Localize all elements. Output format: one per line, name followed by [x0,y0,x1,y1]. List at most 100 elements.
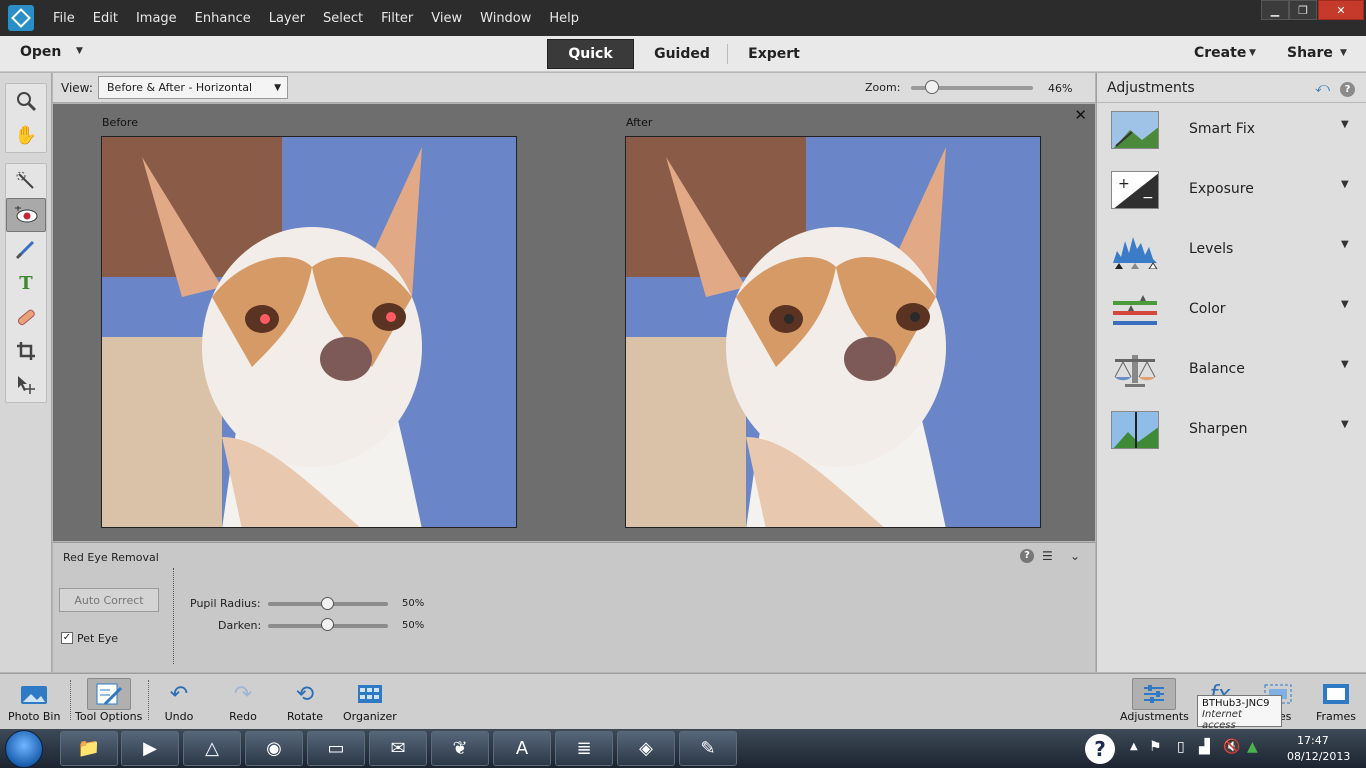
levels-icon [1111,231,1159,269]
svg-text:−: − [1142,190,1154,206]
move-tool-icon[interactable] [6,368,46,402]
redo-button[interactable]: ↷ Redo [221,678,265,728]
tool-options-title: Red Eye Removal [63,551,159,564]
tab-guided[interactable]: Guided [640,39,724,69]
adjustment-levels[interactable]: Levels ▼ [1097,221,1366,281]
menu-help[interactable]: Help [540,11,588,26]
type-tool-icon[interactable]: T [6,266,46,300]
chevron-down-icon[interactable]: ▼ [1341,239,1349,250]
photoshop-elements-icon[interactable]: ◈ [617,731,675,766]
frames-button[interactable]: Frames [1314,678,1358,728]
file-explorer-icon[interactable]: 📁 [60,731,118,766]
reset-icon[interactable]: ⤺ [1315,80,1330,96]
close-icon[interactable]: ✕ [1074,106,1087,124]
options-menu-icon[interactable]: ☰ [1042,549,1053,563]
chevron-down-icon[interactable]: ▼ [1341,299,1349,310]
notes-icon[interactable]: ▭ [307,731,365,766]
adjustments-icon [1132,678,1177,710]
rotate-icon: ⟲ [295,681,315,707]
chrome-icon[interactable]: ◉ [245,731,303,766]
organizer-button[interactable]: Organizer [343,678,397,728]
chevron-down-icon[interactable]: ▼ [1341,419,1349,430]
document-icon[interactable]: ≣ [555,731,613,766]
menu-layer[interactable]: Layer [260,11,314,26]
tab-quick[interactable]: Quick [547,39,634,69]
before-image[interactable] [101,136,517,528]
close-window-button[interactable]: ✕ [1318,0,1364,20]
crop-tool-icon[interactable] [6,334,46,368]
chevron-down-icon[interactable]: ▼ [1341,359,1349,370]
pupil-radius-slider-thumb[interactable] [321,597,334,610]
zoom-tool-icon[interactable] [6,84,46,118]
chevron-up-icon[interactable]: ▲ [1130,741,1138,752]
view-mode-select[interactable]: Before & After - Horizontal ▼ [98,76,288,99]
acrobat-icon[interactable]: A [493,731,551,766]
battery-icon[interactable]: ▯ [1177,739,1185,755]
volume-icon[interactable]: 🔇 [1223,739,1240,755]
chevron-down-icon[interactable]: ▼ [1341,119,1349,130]
start-button[interactable] [5,730,43,768]
svg-text:+: + [1118,176,1130,192]
quick-selection-tool-icon[interactable] [6,164,46,198]
create-button[interactable]: Create [1194,45,1246,61]
flag-icon[interactable]: ⚑ [1149,739,1162,755]
adjustment-sharpen[interactable]: Sharpen ▼ [1097,401,1366,461]
menu-edit[interactable]: Edit [84,11,127,26]
menu-view[interactable]: View [422,11,471,26]
menu-filter[interactable]: Filter [372,11,422,26]
after-image[interactable] [625,136,1041,528]
paint-icon[interactable]: ✎ [679,731,737,766]
help-icon[interactable]: ? [1340,82,1355,97]
clock-date[interactable]: 08/12/2013 [1287,750,1350,763]
undo-button[interactable]: ↶ Undo [157,678,201,728]
thunderbird-icon[interactable]: ✉ [369,731,427,766]
tab-expert[interactable]: Expert [730,39,818,69]
share-dropdown-icon[interactable]: ▼ [1340,48,1347,58]
hand-tool-icon[interactable]: ✋ [6,118,46,152]
clock-time[interactable]: 17:47 [1297,734,1329,747]
darken-value: 50% [402,620,425,631]
menu-enhance[interactable]: Enhance [186,11,260,26]
divider [70,680,71,720]
open-button[interactable]: Open [20,44,61,60]
vlc-icon[interactable]: △ [183,731,241,766]
help-icon[interactable]: ? [1085,734,1115,764]
menu-file[interactable]: File [44,11,84,26]
darken-slider-thumb[interactable] [321,618,334,631]
menu-select[interactable]: Select [314,11,372,26]
view-mode-value: Before & After - Horizontal [107,81,253,94]
tool-options-button[interactable]: Tool Options [75,678,142,728]
menu-window[interactable]: Window [471,11,540,26]
share-button[interactable]: Share [1287,45,1333,61]
create-dropdown-icon[interactable]: ▼ [1249,48,1256,58]
adjustment-smart-fix[interactable]: Smart Fix ▼ [1097,101,1366,161]
red-eye-tool-icon[interactable] [6,198,46,232]
help-icon[interactable]: ? [1020,549,1034,563]
open-dropdown-icon[interactable]: ▼ [76,46,83,56]
network-icon[interactable]: ▟ [1199,739,1210,755]
auto-correct-button[interactable]: Auto Correct [59,588,159,612]
organizer-icon [348,678,392,710]
smart-fix-label: Smart Fix [1189,121,1256,137]
spot-healing-tool-icon[interactable] [6,300,46,334]
redo-icon: ↷ [233,681,253,707]
pet-eye-checkbox[interactable]: ✓ [61,632,73,644]
rotate-button[interactable]: ⟲ Rotate [283,678,327,728]
media-player-icon[interactable]: ▶ [121,731,179,766]
restore-button[interactable]: ❐ [1289,0,1317,20]
app-logo-icon [8,5,34,31]
photo-bin-button[interactable]: Photo Bin [8,678,60,728]
evernote-icon[interactable]: ❦ [431,731,489,766]
drive-icon[interactable]: ▲ [1247,739,1258,755]
whiten-teeth-tool-icon[interactable] [6,232,46,266]
zoom-slider-thumb[interactable] [925,80,939,94]
adjustment-exposure[interactable]: + − Exposure ▼ [1097,161,1366,221]
adjustment-balance[interactable]: Balance ▼ [1097,341,1366,401]
chevron-down-icon[interactable]: ⌄ [1070,549,1080,563]
menu-image[interactable]: Image [127,11,186,26]
tool-options-icon [86,678,131,710]
adjustments-panel-button[interactable]: Adjustments [1120,678,1189,728]
minimize-button[interactable]: ▁ [1261,0,1289,20]
adjustment-color[interactable]: Color ▼ [1097,281,1366,341]
chevron-down-icon[interactable]: ▼ [1341,179,1349,190]
